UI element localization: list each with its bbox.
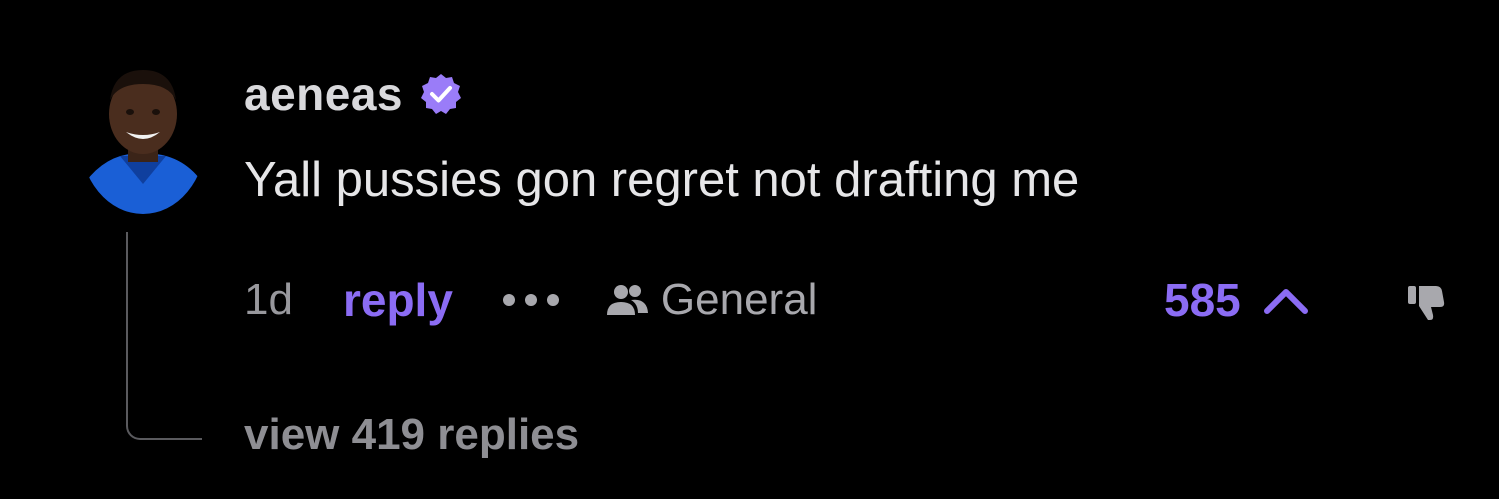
avatar[interactable] xyxy=(80,62,206,214)
channel-tag[interactable]: General xyxy=(605,275,818,325)
avatar-image xyxy=(80,62,206,214)
more-dots-icon[interactable] xyxy=(499,290,563,310)
vote-count: 585 xyxy=(1164,274,1241,326)
comment-text: Yall pussies gon regret not drafting me xyxy=(244,153,1080,207)
username[interactable]: aeneas xyxy=(244,67,403,121)
group-icon xyxy=(605,283,649,317)
channel-label: General xyxy=(660,275,818,324)
timestamp: 1d xyxy=(244,275,293,324)
view-replies-link[interactable]: view 419 replies xyxy=(244,410,579,460)
verified-check-icon xyxy=(419,72,463,116)
comment: aeneas Yall pussies gon regret not draft… xyxy=(0,0,1499,499)
comment-actions: 1d reply General 585 xyxy=(244,268,1464,332)
comment-header: aeneas xyxy=(244,64,463,124)
thread-connector xyxy=(126,232,202,440)
chevron-up-icon[interactable] xyxy=(1261,283,1311,317)
reply-button[interactable]: reply xyxy=(343,273,453,327)
vote-controls: 585 xyxy=(1164,273,1311,327)
thumbs-down-icon[interactable] xyxy=(1404,278,1448,322)
